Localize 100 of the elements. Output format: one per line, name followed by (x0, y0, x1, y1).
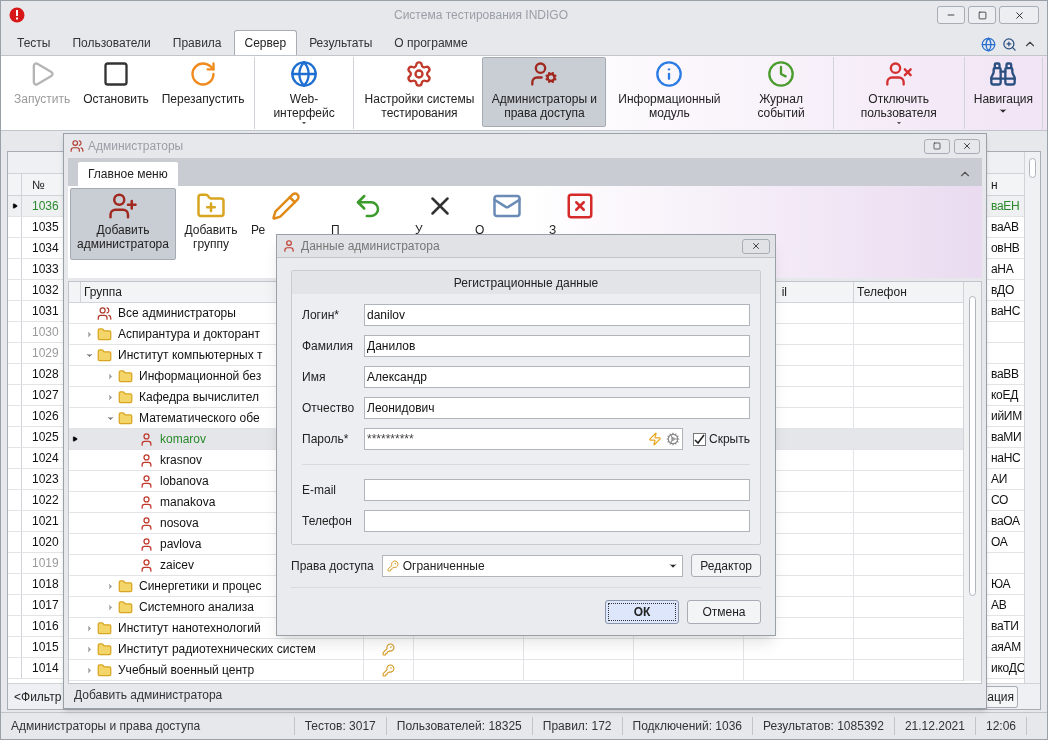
tree-item[interactable]: nosova (157, 513, 199, 533)
ribbon-button[interactable]: О (470, 188, 544, 238)
tree-item[interactable]: pavlova (157, 534, 202, 554)
tree-item[interactable]: Синергетики и процес (136, 576, 262, 596)
status-text: 12:06 (975, 717, 1027, 735)
close-button[interactable] (742, 238, 770, 254)
scrollbar[interactable] (963, 282, 981, 681)
filter-link[interactable]: <Фильтр (14, 687, 62, 706)
table-cell-text: наНС (990, 450, 1022, 467)
close-button[interactable] (954, 138, 980, 154)
column-header[interactable]: н (990, 174, 1024, 195)
folder-icon (97, 347, 112, 363)
scrollbar[interactable] (1024, 152, 1040, 683)
globe-icon[interactable] (981, 36, 996, 52)
zoom-icon[interactable] (1002, 36, 1017, 52)
tree-item[interactable]: krasnov (157, 450, 203, 470)
ribbon-button[interactable]: Добавить администратора (70, 188, 176, 260)
navigation-button[interactable]: ация (985, 685, 1018, 708)
stop-icon (102, 60, 130, 88)
status-text: Подключений: 1036 (622, 717, 754, 735)
password-field[interactable]: ********** (364, 428, 684, 450)
table-cell-text: овНВ (990, 240, 1021, 257)
minimize-button[interactable] (937, 6, 965, 24)
checkbox[interactable] (693, 432, 707, 446)
ribbon-tab[interactable]: Правила (162, 30, 232, 55)
ribbon-tab[interactable]: Сервер (233, 30, 298, 55)
user-cross-icon (884, 60, 913, 88)
tree-item[interactable]: komarov (157, 429, 206, 449)
gear-icon[interactable] (666, 432, 681, 446)
tree-item[interactable]: manakova (157, 492, 216, 512)
ribbon-button[interactable]: Перезапустить (155, 57, 251, 127)
table-cell-text: 1036 (31, 198, 60, 215)
column-header[interactable]: il (781, 282, 787, 302)
status-text: Администраторы и права доступа (1, 717, 295, 735)
column-header[interactable]: № (22, 174, 62, 195)
maximize-button[interactable] (924, 138, 950, 154)
tree-item[interactable]: Институт нанотехнологий (115, 618, 261, 638)
editor-button[interactable]: Редактор (691, 554, 761, 577)
table-cell-text: СО (990, 492, 1010, 509)
ribbon-button[interactable]: Информационный модуль (607, 57, 732, 127)
input-field[interactable]: Леонидович (364, 397, 750, 419)
tree-item[interactable]: Информационной без (136, 366, 262, 386)
ribbon-button[interactable]: Отключить пользователя (836, 57, 961, 127)
input-field[interactable]: Александр (364, 366, 750, 388)
ribbon-button[interactable]: Web-интерфейс (257, 57, 351, 127)
ribbon-button[interactable]: Остановить (77, 57, 155, 127)
ribbon-tab[interactable]: О программе (384, 30, 478, 55)
tree-item[interactable]: Все администраторы (115, 303, 236, 323)
ribbon-button[interactable]: Навигация (967, 57, 1039, 127)
maximize-button[interactable] (968, 6, 996, 24)
input-field[interactable]: Данилов (364, 335, 750, 357)
ribbon-button[interactable]: З (544, 188, 616, 238)
table-cell-text: 1021 (31, 513, 60, 530)
row-indicator-icon (72, 436, 78, 442)
table-cell-text: ОА (990, 534, 1009, 551)
table-cell-text: 1025 (31, 429, 60, 446)
ribbon-button[interactable]: Журнал событий (732, 57, 830, 127)
close-icon (565, 191, 595, 221)
access-dropdown[interactable]: Ограниченные (381, 554, 684, 577)
table-cell-text: 1032 (31, 282, 60, 299)
ribbon-tab[interactable]: Пользователи (62, 30, 161, 55)
ribbon-button[interactable]: Настройки системы тестирования (357, 57, 482, 127)
table-cell-text: ваАВ (990, 219, 1020, 236)
restart-icon (189, 60, 218, 88)
table-cell-text: коЕД (990, 387, 1020, 404)
tree-item[interactable]: Системного анализа (136, 597, 254, 617)
tree-item[interactable]: Кафедра вычислител (136, 387, 259, 407)
ribbon-tab[interactable]: Главное меню (78, 162, 178, 186)
ribbon-tab[interactable]: Тесты (7, 30, 61, 55)
ribbon-tab[interactable]: Результаты (299, 30, 383, 55)
ribbon-button[interactable]: Ре (246, 188, 326, 238)
field-label: Логин* (302, 307, 340, 324)
tree-item[interactable]: Математического обе (136, 408, 260, 428)
dialog-button[interactable]: ОК (605, 600, 679, 624)
tree-item[interactable]: Институт компьютерных т (115, 345, 263, 365)
table-cell-text: 1022 (31, 492, 60, 509)
input-field[interactable] (364, 510, 750, 532)
lightning-icon[interactable] (648, 432, 663, 446)
ribbon-button[interactable]: П (326, 188, 410, 238)
tree-item[interactable]: Институт радиотехнических систем (115, 639, 316, 659)
ribbon-button[interactable]: Администраторы и права доступа (482, 57, 607, 127)
folder-icon (97, 326, 112, 342)
dialog-button[interactable]: Отмена (687, 600, 761, 624)
user-icon (139, 536, 154, 552)
close-button[interactable] (999, 6, 1039, 24)
input-field[interactable] (364, 479, 750, 501)
table-cell-text: АИ (990, 471, 1009, 488)
tree-item[interactable]: Учебный военный центр (115, 660, 255, 680)
table-cell-text: 1030 (31, 324, 60, 341)
user-add-icon (108, 191, 138, 221)
user-icon (139, 452, 154, 468)
tree-item[interactable]: Аспирантура и докторант (115, 324, 260, 344)
input-field[interactable]: danilov (364, 304, 750, 326)
table-cell-text: ваМИ (990, 429, 1023, 446)
table-cell-text: ийИМ (990, 408, 1023, 425)
tree-item[interactable]: lobanova (157, 471, 209, 491)
table-cell-text: 1027 (31, 387, 60, 404)
tree-item[interactable]: zaicev (157, 555, 194, 575)
ribbon-button[interactable]: Добавить группу (176, 188, 246, 260)
ribbon-button[interactable]: У (410, 188, 470, 238)
